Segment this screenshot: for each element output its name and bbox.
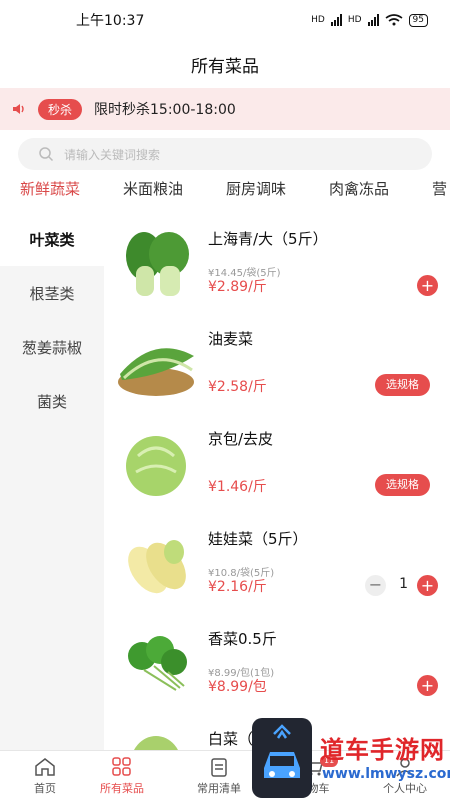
product-price: ¥2.16/斤 <box>208 579 267 595</box>
page-title: 所有菜品 <box>191 56 259 77</box>
cabbage-image <box>126 436 186 496</box>
sidebar-item-roots[interactable]: 根茎类 <box>0 266 104 320</box>
tab-all-dishes-label: 所有菜品 <box>100 781 144 795</box>
product-price: ¥2.89/斤 <box>208 279 267 295</box>
status-time: 上午10:37 <box>76 13 145 29</box>
product-item[interactable]: 京包/去皮 ¥1.46/斤 选规格 <box>104 412 450 510</box>
product-name: 娃娃菜（5斤） <box>208 530 308 548</box>
clipboard-icon <box>211 757 227 777</box>
hd-label-1: HD <box>311 15 325 25</box>
subcategory-sidebar: 叶菜类 根茎类 葱姜蒜椒 菌类 <box>0 212 104 750</box>
home-icon <box>35 757 55 776</box>
category-tab-fresh-veg[interactable]: 新鲜蔬菜 <box>20 178 80 199</box>
status-icons: HD HD 95 <box>311 13 428 27</box>
product-item[interactable]: 上海青/大（5斤） ¥14.45/袋(5斤) ¥2.89/斤 + <box>104 212 450 310</box>
product-list: 上海青/大（5斤） ¥14.45/袋(5斤) ¥2.89/斤 + 油麦菜 ¥2.… <box>104 212 450 750</box>
product-name: 油麦菜 <box>208 330 254 348</box>
battery-icon: 95 <box>408 13 428 27</box>
wifi-icon <box>385 14 403 26</box>
signal-icon-2 <box>367 14 379 26</box>
cilantro-image <box>128 636 187 691</box>
search-placeholder: 请输入关键词搜索 <box>64 147 161 162</box>
decrease-qty-button[interactable]: − <box>365 575 386 596</box>
product-name: 香菜0.5斤 <box>208 630 277 648</box>
search-icon <box>39 147 54 162</box>
product-item[interactable]: 油麦菜 ¥2.58/斤 选规格 <box>104 312 450 410</box>
select-spec-button[interactable]: 选规格 <box>375 474 430 496</box>
category-tab-seasoning[interactable]: 厨房调味 <box>226 178 286 199</box>
title-bar: 所有菜品 <box>0 40 450 88</box>
watermark-car-logo-icon <box>252 718 312 798</box>
grid-icon <box>112 756 131 776</box>
category-tab-more[interactable]: 营 <box>432 178 447 199</box>
napa-cabbage-image <box>134 736 178 750</box>
baby-cabbage-image <box>128 540 186 594</box>
category-tab-rice-oil[interactable]: 米面粮油 <box>123 178 183 199</box>
add-to-cart-button[interactable]: + <box>417 275 438 296</box>
product-item[interactable]: 香菜0.5斤 ¥8.99/包(1包) ¥8.99/包 + <box>104 612 450 710</box>
watermark-url: www.lmwysz.com <box>322 766 450 782</box>
sidebar-item-leafy[interactable]: 叶菜类 <box>0 212 104 266</box>
quantity-value: 1 <box>399 576 408 592</box>
flash-sale-banner[interactable]: 秒杀 限时秒杀15:00-18:00 <box>0 88 450 130</box>
flash-sale-badge: 秒杀 <box>38 98 83 120</box>
category-tabs: 新鲜蔬菜 米面粮油 厨房调味 肉禽冻品 营 <box>0 174 450 208</box>
add-to-cart-button[interactable]: + <box>417 675 438 696</box>
status-bar: 上午10:37 HD HD 95 <box>0 0 450 40</box>
product-price: ¥8.99/包 <box>208 679 267 695</box>
watermark: 道车手游网 www.lmwysz.com <box>250 718 450 800</box>
sidebar-item-aromatics[interactable]: 葱姜蒜椒 <box>0 320 104 374</box>
product-name: 上海青/大（5斤） <box>208 230 328 248</box>
product-price: ¥2.58/斤 <box>208 379 267 395</box>
tab-home-label: 首页 <box>34 781 56 795</box>
product-price: ¥1.46/斤 <box>208 479 267 495</box>
speaker-icon <box>13 104 24 114</box>
tab-favorites-list-label: 常用清单 <box>197 781 241 795</box>
sidebar-item-mushrooms[interactable]: 菌类 <box>0 374 104 428</box>
hd-label-2: HD <box>347 15 362 25</box>
watermark-text: 道车手游网 <box>320 736 445 764</box>
search-input[interactable]: 请输入关键词搜索 <box>18 138 432 170</box>
increase-qty-button[interactable]: + <box>417 575 438 596</box>
tab-all-dishes[interactable]: 所有菜品 <box>77 751 167 800</box>
signal-icon <box>330 14 342 26</box>
select-spec-button[interactable]: 选规格 <box>375 374 430 396</box>
flash-sale-text: 限时秒杀15:00-18:00 <box>94 102 236 118</box>
product-name: 京包/去皮 <box>208 430 274 448</box>
category-tab-meat-frozen[interactable]: 肉禽冻品 <box>329 178 389 199</box>
bok-choy-image <box>126 232 189 296</box>
lettuce-image <box>118 348 194 396</box>
product-item[interactable]: 娃娃菜（5斤） ¥10.8/袋(5斤) ¥2.16/斤 − 1 + <box>104 512 450 610</box>
